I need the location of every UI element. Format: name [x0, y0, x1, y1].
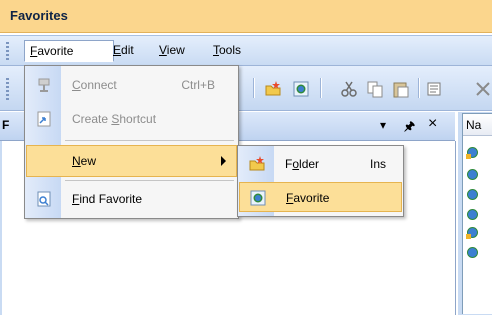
favorite-item-icon[interactable] [466, 146, 479, 159]
favorite-item-icon[interactable] [466, 246, 479, 259]
delete-icon[interactable] [474, 80, 492, 98]
toolbar-grip-icon[interactable] [6, 78, 9, 100]
menu-item-new-folder[interactable]: Folder Ins [239, 149, 402, 179]
menu-edit[interactable]: Edit [108, 40, 139, 60]
menu-item-connect[interactable]: Connect Ctrl+B [26, 70, 237, 100]
new-folder-icon[interactable] [264, 80, 282, 98]
add-favorite-icon[interactable] [292, 80, 310, 98]
favorite-item-icon[interactable] [466, 188, 479, 201]
menu-bar: Favorite Edit View Tools [0, 35, 492, 66]
menu-separator [65, 140, 234, 141]
create-shortcut-icon [37, 111, 51, 127]
window-title: Favorites [10, 8, 68, 23]
favorite-item-icon[interactable] [466, 208, 479, 221]
pane-dropdown-icon[interactable]: ▾ [380, 118, 386, 132]
favorite-menu: Connect Ctrl+B Create Shortcut New Find … [24, 65, 239, 219]
column-header-name[interactable]: Na [463, 114, 492, 136]
menu-tools[interactable]: Tools [208, 40, 246, 60]
menu-item-connect-shortcut: Ctrl+B [181, 78, 215, 92]
new-submenu: Folder Ins Favorite [237, 145, 404, 217]
menu-item-find-favorite[interactable]: Find Favorite [26, 184, 237, 214]
toolbar-separator [253, 78, 254, 98]
pane-close-icon[interactable]: × [428, 115, 437, 133]
toolbar-separator [418, 78, 419, 98]
new-folder-icon [249, 156, 265, 171]
menu-view[interactable]: View [154, 40, 190, 60]
favorite-item-icon[interactable] [466, 226, 479, 239]
submenu-arrow-icon [221, 156, 226, 166]
menu-item-folder-shortcut: Ins [369, 157, 386, 171]
properties-icon[interactable] [426, 80, 444, 98]
cut-icon[interactable] [340, 80, 358, 98]
find-favorite-icon [37, 191, 51, 207]
menu-favorite[interactable]: Favorite [24, 40, 114, 62]
window-title-bar: Favorites [0, 0, 492, 33]
menu-item-new-favorite[interactable]: Favorite [239, 182, 402, 212]
pane-left-edge [0, 141, 2, 315]
pane-pin-icon[interactable]: 🖈 [404, 117, 415, 138]
menu-item-new[interactable]: New [26, 145, 237, 177]
menubar-grip-icon[interactable] [6, 42, 9, 60]
menu-separator [65, 180, 234, 181]
favorite-item-icon[interactable] [466, 168, 479, 181]
copy-icon[interactable] [366, 80, 384, 98]
paste-icon[interactable] [392, 80, 410, 98]
favorite-icon [250, 190, 266, 206]
pane-title: F [2, 118, 10, 132]
connect-icon [38, 78, 50, 92]
toolbar-separator [320, 78, 321, 98]
menu-item-create-shortcut[interactable]: Create Shortcut [26, 104, 237, 134]
